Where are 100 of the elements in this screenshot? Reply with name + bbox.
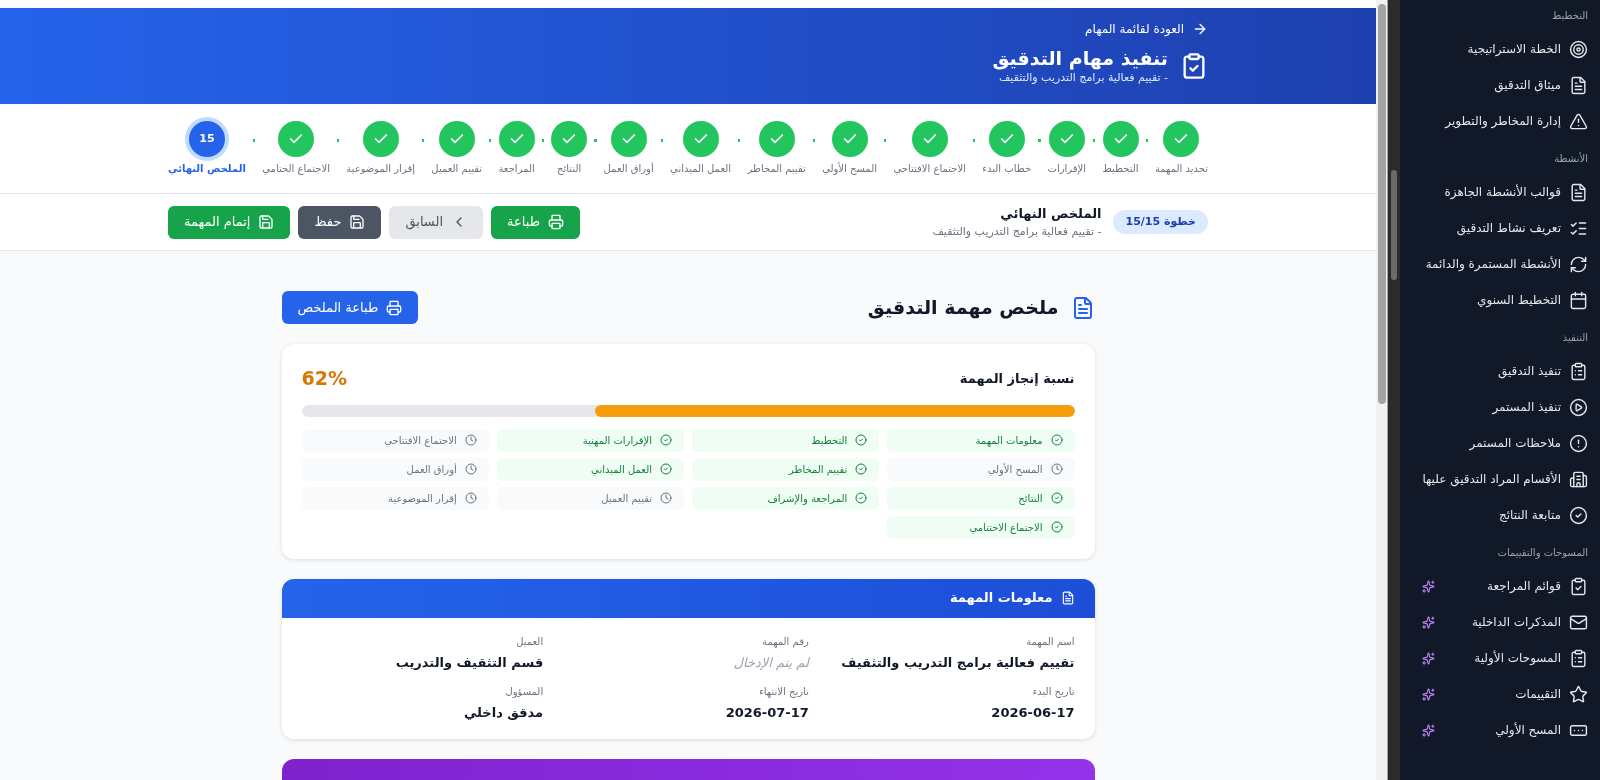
step-label: الملخص النهائي [168, 162, 246, 176]
check-circle-icon [1050, 434, 1063, 446]
step-label: الإقرارات [1047, 162, 1087, 176]
save-icon [258, 214, 275, 230]
sidebar-item[interactable]: تنفيذ المستمر [1408, 389, 1588, 425]
field-value: لم يتم الإدخال [732, 653, 809, 672]
step-label: المسح الأولي [822, 162, 877, 176]
step-label: أوراق العمل [603, 162, 654, 176]
sidebar-item[interactable]: قوالب الأنشطة الجاهزة [1408, 174, 1588, 210]
scrollbar[interactable] [1388, 0, 1400, 780]
warning-icon [1569, 111, 1588, 131]
sidebar-section-title: التنفيذ [1561, 331, 1588, 345]
alert-icon [1569, 433, 1588, 453]
step-label: الاجتماع الافتتاحي [893, 162, 966, 176]
sidebar-section-title: المسوحات والتقييمات [1496, 546, 1588, 560]
arrow-right-icon [1192, 21, 1208, 37]
document-icon [1569, 75, 1588, 95]
step-subtitle: - تقييم فعالية برامج التدريب والتثقيف [932, 223, 1102, 240]
sidebar-item[interactable]: متابعة النتائج [1408, 497, 1588, 533]
step-label: تقييم المخاطر [747, 162, 806, 176]
check-circle-icon [1569, 505, 1588, 525]
step-label: الاجتماع الختامي [262, 162, 330, 176]
section-status: تقييم العميل [496, 486, 684, 510]
step-label: تقييم العميل [431, 162, 483, 176]
check-circle-icon [1050, 492, 1063, 504]
field-value: قسم التثقيف والتدريب [394, 653, 544, 672]
printer-icon [386, 299, 403, 316]
field-value: مدقق داخلي [462, 704, 544, 722]
section-status: الاجتماع الاختتامي [887, 515, 1075, 539]
section-status: العمل الميداني [496, 457, 684, 481]
section-status: التخطيط [692, 428, 880, 452]
sidebar-item[interactable]: الأنشطة المستمرة والدائمة [1408, 246, 1588, 282]
section-status: المسح الأولي [887, 457, 1075, 481]
clock-icon [660, 492, 672, 504]
step-label: خطاب البدء [982, 162, 1032, 176]
check-circle-icon [855, 434, 868, 446]
step-label: إقرار الموضوعية [346, 162, 415, 176]
check-circle-icon [660, 434, 672, 446]
section-status: المراجعة والإشراف [692, 486, 880, 510]
field-label: تاريخ البدء [1031, 685, 1075, 699]
section-status: معلومات المهمة [887, 428, 1075, 452]
save-button[interactable]: حفظ [298, 205, 382, 239]
sidebar-item[interactable]: قوائم المراجعة [1408, 568, 1588, 604]
clipboard-check-icon [1569, 576, 1588, 596]
sidebar-item[interactable]: تعريف نشاط التدقيق [1408, 210, 1588, 246]
completion-label: نسبة إنجاز المهمة [959, 369, 1075, 388]
completion-percent: 62% [301, 366, 347, 391]
check-circle-icon [660, 463, 672, 475]
step-badge: خطوة 15/15 [1113, 209, 1208, 235]
calendar-icon [1569, 290, 1588, 310]
field-label: اسم المهمة [1025, 634, 1075, 649]
star-icon [1569, 684, 1588, 704]
sidebar-item[interactable]: الخطة الاستراتيجية [1408, 31, 1588, 67]
section-status: أوراق العمل [301, 457, 489, 481]
step-label: التخطيط [1102, 162, 1139, 176]
sidebar-item[interactable]: المسوحات الأولية [1408, 640, 1588, 676]
sidebar-item[interactable]: التخطيط السنوي [1408, 282, 1588, 318]
step-label: تحديد المهمة [1154, 162, 1208, 176]
section-status: الاجتماع الافتتاحي [301, 428, 489, 452]
mail-icon [1569, 612, 1588, 632]
clock-icon [464, 463, 477, 475]
field-label: العميل [515, 634, 544, 649]
sidebar-item[interactable]: التقييمات [1408, 676, 1588, 712]
sidebar-item[interactable]: الأقسام المراد التدقيق عليها [1408, 461, 1588, 497]
clipboard-icon [1569, 648, 1588, 668]
step-label: النتائج [557, 162, 582, 176]
sidebar-item[interactable]: إدارة المخاطر والتطوير [1408, 103, 1588, 139]
section-status: تقييم المخاطر [692, 457, 880, 481]
play-icon [1569, 397, 1588, 417]
step-title: الملخص النهائي [999, 205, 1102, 223]
sidebar-item[interactable]: المسح الأولي [1408, 712, 1588, 748]
page-subtitle: - تقييم فعالية برامج التدريب والتثقيف [998, 70, 1168, 86]
step-label: المراجعة [498, 162, 535, 176]
back-link[interactable]: العودة لقائمة المهام [1085, 20, 1208, 38]
field-label: المسؤول [504, 685, 544, 699]
section-status: النتائج [887, 486, 1075, 510]
sidebar-item[interactable]: تنفيذ التدقيق [1408, 353, 1588, 389]
clock-icon [464, 492, 477, 504]
field-value: 2026-06-17 [990, 704, 1075, 722]
sidebar-item[interactable]: ميثاق التدقيق [1408, 67, 1588, 103]
field-label: تاريخ الانتهاء [758, 685, 809, 699]
print-summary-button[interactable]: طباعة الملخص [281, 291, 419, 324]
sidebar-item[interactable]: ملاحظات المستمر [1408, 425, 1588, 461]
clipboard-icon [1569, 361, 1588, 381]
printer-icon [548, 214, 564, 230]
document-icon [1060, 591, 1075, 605]
previous-button[interactable]: السابق [389, 205, 483, 239]
sidebar-section-title: التخطيط [1551, 9, 1588, 23]
page-title: تنفيذ مهام التدقيق [992, 46, 1168, 70]
sidebar-item[interactable]: المذكرات الداخلية [1408, 604, 1588, 640]
save-icon [349, 214, 366, 230]
summary-title: ملخص مهمة التدقيق [867, 295, 1059, 321]
section-status: إقرار الموضوعية [301, 486, 489, 510]
field-label: رقم المهمة [761, 634, 809, 649]
check-circle-icon [1050, 521, 1063, 533]
field-value: 2026-07-17 [724, 704, 809, 722]
card-title: معلومات المهمة [949, 589, 1053, 608]
building-icon [1569, 469, 1588, 489]
scrollbar[interactable] [1376, 0, 1388, 780]
clock-icon [1050, 463, 1063, 475]
